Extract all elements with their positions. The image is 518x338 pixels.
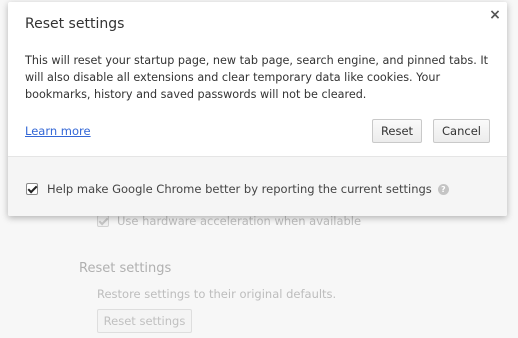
reset-settings-dialog: Reset settings × This will reset your st… [8,2,507,216]
dialog-title: Reset settings [25,16,125,32]
learn-more-link[interactable]: Learn more [25,124,91,138]
report-settings-checkbox[interactable] [26,183,38,195]
chrome-settings-page: Use hardware acceleration when available… [0,0,518,338]
close-icon[interactable]: × [488,8,502,22]
report-settings-row: Help make Google Chrome better by report… [26,182,449,196]
dialog-footer: Help make Google Chrome better by report… [8,156,507,216]
dialog-body-text: This will reset your startup page, new t… [25,54,489,101]
help-icon[interactable]: ? [437,183,449,195]
reset-button[interactable]: Reset [372,119,422,143]
report-settings-label[interactable]: Help make Google Chrome better by report… [47,182,432,196]
cancel-button[interactable]: Cancel [433,119,490,143]
